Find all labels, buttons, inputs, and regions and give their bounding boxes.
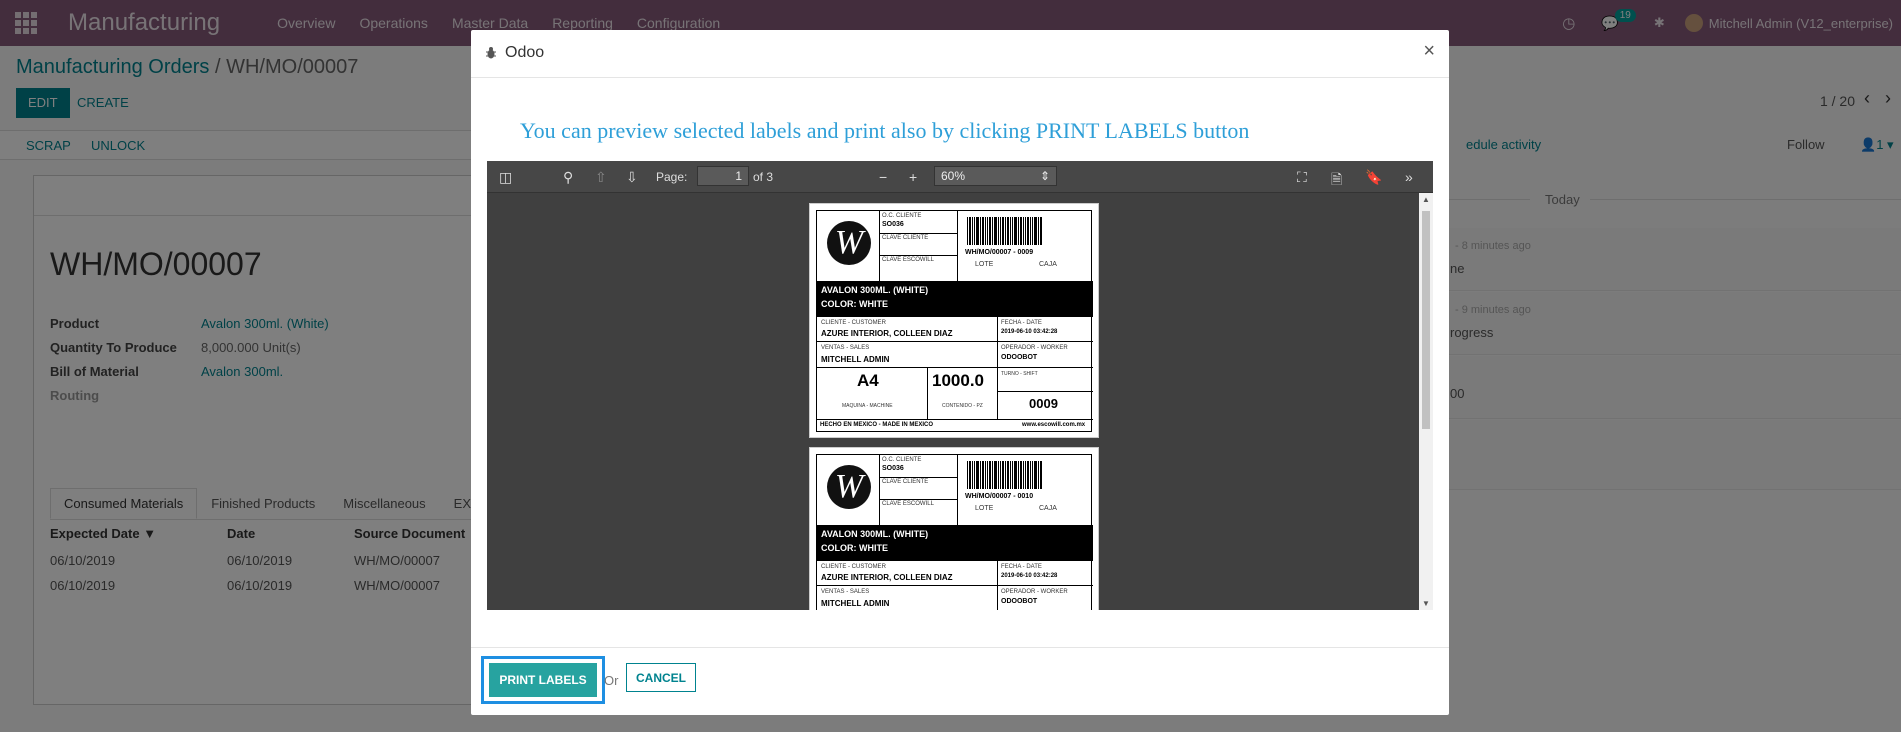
worker-title: OPERADOR - WORKER: [1001, 345, 1068, 351]
label-grid: W O.C. CLIENTE SO036 CLAVE CLIENTE CLAVE…: [816, 210, 1093, 432]
pdf-viewer: ◫ ⚲ ⇧ ⇩ Page: 1 of 3 − + 60% ⇕ ⛶ 🗎 🔖 » W …: [487, 161, 1433, 610]
viewer-scrollbar[interactable]: ▲ ▼: [1419, 193, 1433, 610]
lote-label: LOTE: [975, 261, 994, 268]
made-in: HECHO EN MEXICO - MADE IN MEXICO: [820, 422, 934, 428]
label-page: W O.C. CLIENTE SO036 CLAVE CLIENTE CLAVE…: [809, 447, 1099, 610]
date-title: FECHA - DATE: [1001, 564, 1042, 570]
pdf-toolbar: ◫ ⚲ ⇧ ⇩ Page: 1 of 3 − + 60% ⇕ ⛶ 🗎 🔖 »: [487, 161, 1433, 193]
oc-title: O.C. CLIENTE: [882, 457, 922, 463]
escowill-logo: W: [827, 221, 871, 265]
customer-title: CLIENTE - CUSTOMER: [821, 564, 886, 570]
product-bar: AVALON 300ML. (WHITE) COLOR: WHITE: [817, 281, 1093, 317]
shift-value: 0009: [1029, 396, 1058, 411]
worker-value: ODOOBOT: [1001, 598, 1038, 605]
date-value: 2019-06-10 03:42:28: [1001, 573, 1058, 579]
clave-cliente: CLAVE CLIENTE: [882, 479, 929, 485]
print-labels-dialog: Odoo × You can preview selected labels a…: [471, 30, 1449, 715]
product-line1: AVALON 300ML. (WHITE): [821, 285, 929, 295]
print-labels-button[interactable]: PRINT LABELS: [489, 663, 597, 697]
customer-value: AZURE INTERIOR, COLLEEN DIAZ: [821, 573, 953, 582]
escowill-logo: W: [827, 465, 871, 509]
sidebar-toggle-icon[interactable]: ◫: [499, 169, 512, 186]
caja-label: CAJA: [1039, 505, 1057, 512]
website: www.escowill.com.mx: [1022, 422, 1086, 428]
clave-cliente: CLAVE CLIENTE: [882, 235, 929, 241]
label-grid: W O.C. CLIENTE SO036 CLAVE CLIENTE CLAVE…: [816, 454, 1093, 610]
product-line1: AVALON 300ML. (WHITE): [821, 529, 929, 539]
barcode-text: WH/MO/00007 - 0010: [965, 493, 1034, 500]
or-text: Or: [604, 673, 619, 688]
content-title: CONTENIDO - PZ: [942, 403, 983, 409]
content-value: 1000.0: [932, 371, 984, 390]
date-value: 2019-06-10 03:42:28: [1001, 329, 1058, 335]
cancel-button[interactable]: CANCEL: [626, 663, 696, 692]
oc-value: SO036: [882, 221, 904, 228]
customer-title: CLIENTE - CUSTOMER: [821, 320, 886, 326]
lote-label: LOTE: [975, 505, 994, 512]
page-label: Page:: [656, 170, 688, 184]
product-bar: AVALON 300ML. (WHITE) COLOR: WHITE: [817, 525, 1093, 561]
clave-escowill: CLAVE ESCOWILL: [882, 501, 934, 507]
sales-title: VENTAS - SALES: [821, 589, 870, 595]
barcode-text: WH/MO/00007 - 0009: [965, 249, 1034, 256]
barcode: [967, 461, 1043, 489]
bookmark-icon[interactable]: 🔖: [1365, 169, 1382, 186]
sales-title: VENTAS - SALES: [821, 345, 870, 351]
product-line2: COLOR: WHITE: [821, 299, 888, 309]
worker-value: ODOOBOT: [1001, 354, 1038, 361]
tools-icon[interactable]: »: [1405, 169, 1413, 185]
barcode: [967, 217, 1043, 245]
zoom-in-icon[interactable]: +: [909, 169, 917, 185]
modal-footer: PRINT LABELS Or CANCEL: [471, 647, 1449, 715]
select-arrows-icon: ⇕: [1039, 169, 1050, 183]
label-page: W O.C. CLIENTE SO036 CLAVE CLIENTE CLAVE…: [809, 203, 1099, 438]
modal-title: Odoo: [505, 44, 545, 61]
bug-icon: [486, 47, 496, 59]
customer-value: AZURE INTERIOR, COLLEEN DIAZ: [821, 329, 953, 338]
zoom-out-icon[interactable]: −: [879, 169, 887, 185]
scroll-up-icon[interactable]: ▲: [1422, 195, 1430, 204]
scroll-down-icon[interactable]: ▼: [1422, 599, 1430, 608]
previous-page-icon[interactable]: ⇧: [595, 169, 607, 186]
clave-escowill: CLAVE ESCOWILL: [882, 257, 934, 263]
date-title: FECHA - DATE: [1001, 320, 1042, 326]
sales-value: MITCHELL ADMIN: [821, 355, 890, 364]
machine-title: MAQUINA - MACHINE: [842, 403, 893, 409]
fullscreen-icon[interactable]: ⛶: [1297, 169, 1307, 186]
worker-title: OPERADOR - WORKER: [1001, 589, 1068, 595]
page-number-input[interactable]: 1: [697, 166, 749, 186]
product-line2: COLOR: WHITE: [821, 543, 888, 553]
close-icon[interactable]: ×: [1423, 40, 1435, 63]
preview-instructions: You can preview selected labels and prin…: [520, 118, 1250, 143]
next-page-icon[interactable]: ⇩: [626, 169, 638, 186]
modal-header: Odoo ×: [471, 30, 1449, 78]
machine-value: A4: [857, 371, 879, 390]
oc-value: SO036: [882, 465, 904, 472]
sales-value: MITCHELL ADMIN: [821, 599, 890, 608]
oc-title: O.C. CLIENTE: [882, 213, 922, 219]
zoom-select[interactable]: 60% ⇕: [934, 166, 1057, 186]
shift-title: TURNO - SHIFT: [1001, 371, 1038, 377]
download-icon[interactable]: 🗎: [1331, 169, 1342, 193]
caja-label: CAJA: [1039, 261, 1057, 268]
search-icon[interactable]: ⚲: [563, 169, 573, 186]
scroll-thumb[interactable]: [1422, 211, 1430, 429]
page-total: of 3: [753, 170, 774, 184]
